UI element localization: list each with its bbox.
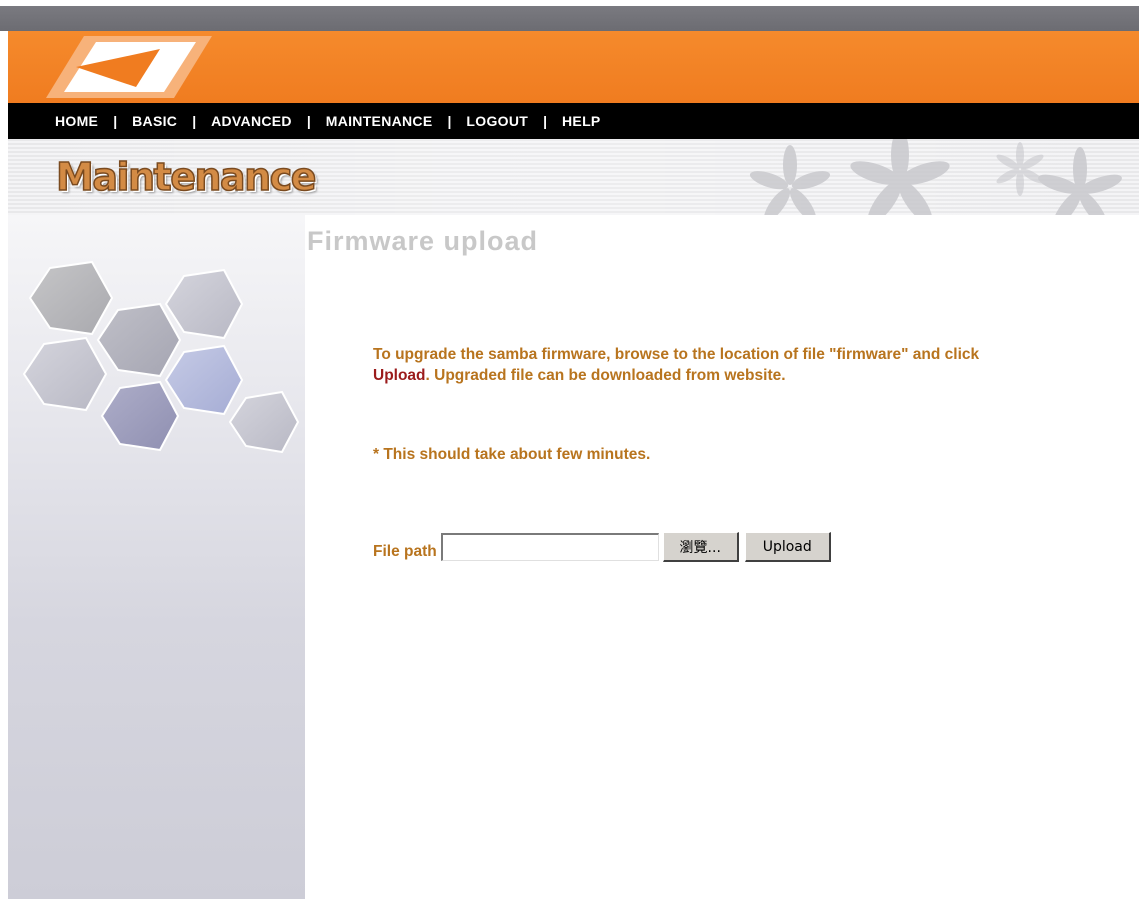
nav-help[interactable]: HELP	[562, 113, 601, 129]
flower-decoration-icon	[749, 139, 1122, 215]
nav-bar: HOME | BASIC | ADVANCED | MAINTENANCE | …	[8, 103, 1139, 139]
instructions-highlight: Upload	[373, 367, 426, 384]
upgrade-instructions: To upgrade the samba firmware, browse to…	[373, 344, 1033, 386]
nav-separator: |	[543, 113, 548, 129]
upload-button[interactable]: Upload	[744, 532, 831, 562]
section-title: Maintenance	[55, 155, 317, 199]
nav-logout[interactable]: LOGOUT	[466, 113, 528, 129]
nav-separator: |	[113, 113, 118, 129]
file-path-label: File path	[373, 543, 437, 560]
nav-separator: |	[306, 113, 311, 129]
page: HOME | BASIC | ADVANCED | MAINTENANCE | …	[0, 0, 1139, 899]
page-title: Firmware upload	[307, 226, 539, 256]
nav-menu: HOME | BASIC | ADVANCED | MAINTENANCE | …	[8, 113, 601, 129]
nav-maintenance[interactable]: MAINTENANCE	[326, 113, 433, 129]
nav-basic[interactable]: BASIC	[132, 113, 177, 129]
nav-separator: |	[192, 113, 197, 129]
instructions-text-end: . Upgraded file can be downloaded from w…	[425, 367, 786, 384]
file-path-input[interactable]	[440, 533, 659, 561]
nav-home[interactable]: HOME	[55, 113, 98, 129]
duration-note: * This should take about few minutes.	[373, 446, 651, 463]
browse-button[interactable]: 瀏覽...	[662, 532, 739, 562]
nav-advanced[interactable]: ADVANCED	[211, 113, 292, 129]
nav-separator: |	[447, 113, 452, 129]
file-upload-row: File path 瀏覽... Upload	[373, 532, 831, 562]
hexagon-decoration-icon	[22, 260, 300, 454]
instructions-text: To upgrade the samba firmware, browse to…	[373, 346, 980, 363]
top-strip	[0, 0, 1139, 31]
logo	[46, 36, 212, 98]
